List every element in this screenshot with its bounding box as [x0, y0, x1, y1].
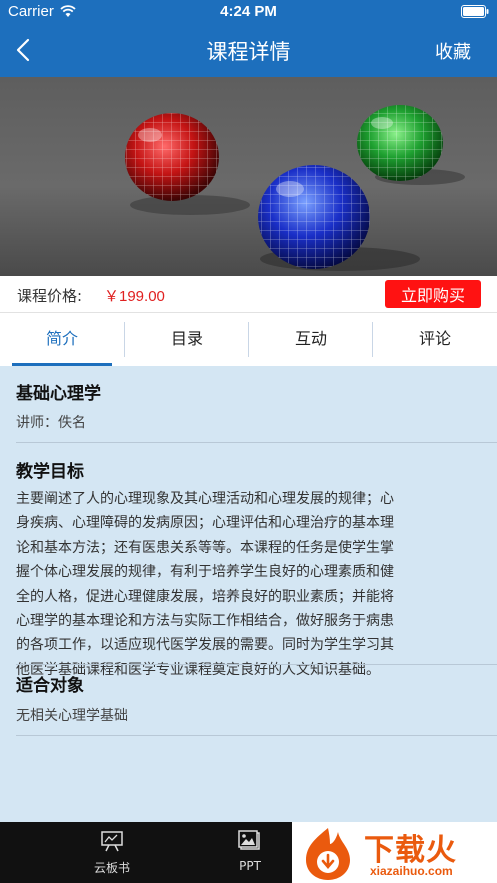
audience-text: 无相关心理学基础 [16, 708, 128, 724]
tabbar-item-whiteboard[interactable]: 云板书 [67, 822, 157, 883]
buy-now-button[interactable]: 立即购买 [385, 280, 481, 308]
price-value: ￥199.00 [104, 288, 165, 305]
watermark: 下载火 xiazaihuo.com [292, 822, 497, 883]
tab-catalog[interactable]: 目录 [125, 313, 249, 366]
watermark-url: xiazaihuo.com [370, 864, 453, 878]
status-time: 4:24 PM [220, 3, 277, 20]
course-banner [0, 77, 497, 276]
watermark-text: 下载火 [364, 833, 457, 868]
nav-bar: 课程详情 收藏 [0, 24, 497, 77]
section-divider [16, 664, 497, 665]
glass-spheres-image [0, 77, 497, 276]
goal-line: 全的人格，促进心理健康发展，培养良好的职业素质；并能将 [16, 588, 394, 605]
goal-line: 的各项工作，以适应现代医学发展的需要。同时为学生学习其 [16, 637, 394, 654]
tabbar-label-whiteboard: 云板书 [93, 861, 130, 875]
status-bar: Carrier 4:24 PM [0, 0, 497, 24]
ppt-icon [238, 830, 260, 850]
watermark-flame-icon [306, 828, 350, 880]
section-divider [16, 442, 497, 443]
page-title: 课程详情 [206, 40, 291, 64]
price-label: 课程价格: [17, 287, 83, 305]
app-header: Carrier 4:24 PM 课程详情 收藏 [0, 0, 497, 77]
course-name: 基础心理学 [16, 384, 101, 404]
section-divider [16, 735, 497, 736]
battery-icon [461, 5, 489, 18]
goal-line: 握个体心理发展的规律，有利于培养学生良好的心理素质和健 [16, 564, 394, 581]
course-tabs: 简介 目录 互动 评论 [0, 312, 497, 366]
tabbar-item-ppt[interactable]: PPT [205, 822, 295, 883]
tabbar-label-ppt: PPT [239, 859, 261, 873]
tab-interaction[interactable]: 互动 [249, 313, 373, 366]
whiteboard-icon [101, 831, 123, 852]
favorite-button[interactable]: 收藏 [435, 38, 471, 64]
goal-line: 主要阐述了人的心理现象及其心理活动和心理发展的规律；心 [16, 491, 394, 507]
course-teacher: 讲师：佚名 [16, 415, 86, 431]
goal-line: 心理学的基本理论和方法与实际工作相结合，做好服务于病患 [16, 613, 394, 630]
audience-title: 适合对象 [16, 676, 84, 696]
goal-description: 主要阐述了人的心理现象及其心理活动和心理发展的规律；心 身疾病、心理障碍的发病原… [16, 487, 484, 682]
goal-title: 教学目标 [16, 462, 84, 482]
goal-line: 论和基本方法；还有医患关系等等。本课程的任务是使学生掌 [16, 539, 394, 556]
tab-intro[interactable]: 简介 [0, 313, 124, 366]
goal-line: 他医学基础课程和医学专业课程奠定良好的人文知识基础。 [16, 661, 380, 678]
tab-comments[interactable]: 评论 [373, 313, 497, 366]
goal-line: 身疾病、心理障碍的发病原因；心理评估和心理治疗的基本理 [16, 515, 394, 532]
course-intro: 基础心理学 讲师：佚名 教学目标 主要阐述了人的心理现象及其心理活动和心理发展的… [0, 366, 497, 822]
price-bar: 课程价格: ￥199.00 立即购买 [0, 276, 497, 312]
